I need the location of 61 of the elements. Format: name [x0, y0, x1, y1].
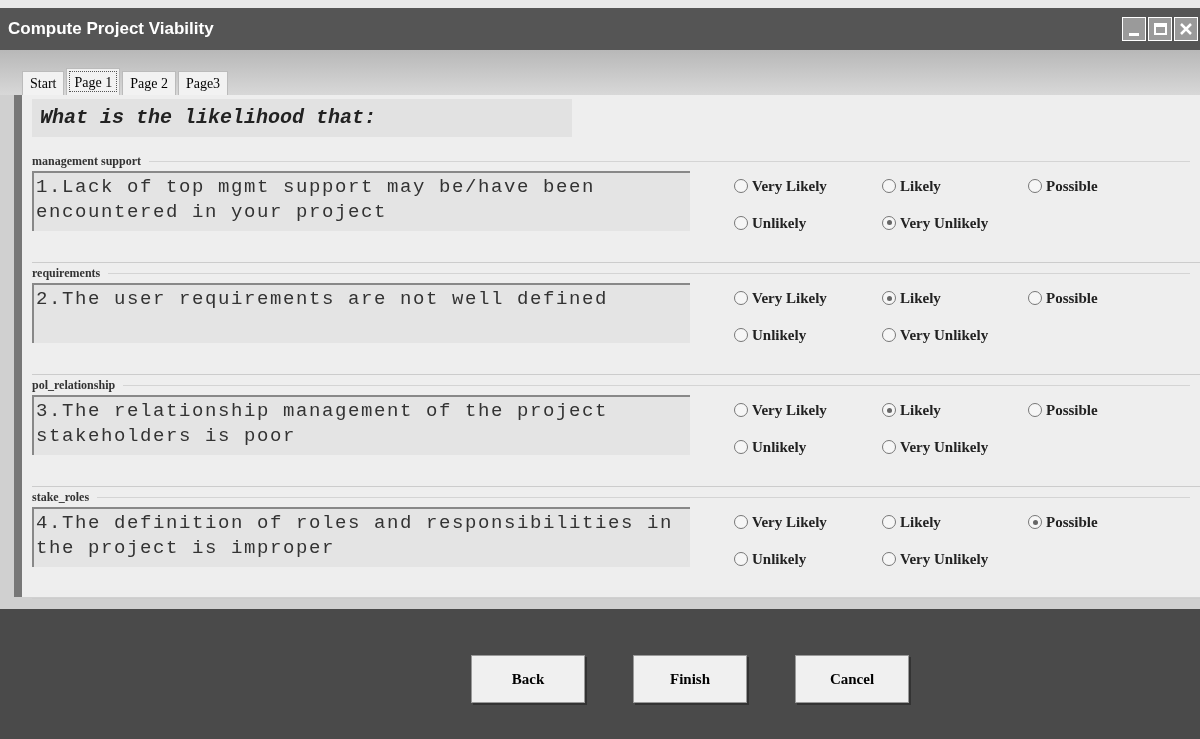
dialog-button[interactable]: Finish [633, 655, 747, 703]
tab[interactable]: Page 1 [66, 68, 121, 95]
tab[interactable]: Start [22, 71, 65, 95]
radio-button[interactable] [734, 179, 748, 194]
radio-button[interactable] [882, 439, 896, 454]
radio-button[interactable] [1028, 179, 1042, 194]
radio-option[interactable]: Possible [1028, 287, 1098, 310]
maximize-button[interactable] [1148, 17, 1172, 41]
radio-button[interactable] [1028, 515, 1042, 530]
radio-option[interactable]: Possible [1028, 175, 1098, 198]
radio-option[interactable]: Unlikely [734, 211, 807, 234]
minimize-button[interactable] [1122, 17, 1146, 41]
radio-option[interactable]: Very Unlikely [882, 547, 989, 570]
heading: What is the likelihood that: [32, 99, 572, 137]
radio-button[interactable] [1028, 291, 1042, 306]
radio-button[interactable] [734, 439, 748, 454]
radio-button[interactable] [882, 291, 896, 306]
radio-option[interactable]: Likely [882, 175, 941, 198]
dialog-button[interactable]: Cancel [795, 655, 909, 703]
radio-option[interactable]: Possible [1028, 511, 1098, 534]
radio-button[interactable] [734, 515, 748, 530]
radio-option[interactable]: Very Unlikely [882, 435, 989, 458]
radio-option[interactable]: Unlikely [734, 323, 807, 346]
tab[interactable]: Page3 [177, 71, 229, 95]
radio-button[interactable] [1028, 403, 1042, 418]
radio-option[interactable]: Unlikely [734, 435, 807, 458]
radio-button[interactable] [882, 403, 896, 418]
radio-button[interactable] [734, 327, 748, 342]
group-label: requirements [32, 265, 101, 282]
close-button[interactable] [1174, 17, 1198, 41]
radio-option[interactable]: Unlikely [734, 547, 807, 570]
radio-option[interactable]: Very Unlikely [882, 323, 989, 346]
radio-button[interactable] [882, 179, 896, 194]
question-text: 2.The user requirements are not well defined [32, 283, 690, 343]
question-text: 3.The relationship management of the project stakeholders is poor [32, 395, 690, 455]
radio-button[interactable] [734, 215, 748, 230]
question-text: 1.Lack of top mgmt support may be/have been encountered in your project [32, 171, 690, 231]
radio-option[interactable]: Possible [1028, 399, 1098, 422]
radio-option[interactable]: Likely [882, 399, 941, 422]
group-label: pol_relationship [32, 377, 116, 394]
radio-button[interactable] [882, 551, 896, 566]
radio-button[interactable] [882, 515, 896, 530]
tab[interactable]: Page 2 [122, 71, 176, 95]
question-text: 4.The definition of roles and responsibilities in the project is improper [32, 507, 690, 567]
radio-option[interactable]: Likely [882, 287, 941, 310]
group-label: management support [32, 153, 141, 170]
radio-option[interactable]: Very Likely [734, 511, 827, 534]
dialog-button[interactable]: Back [471, 655, 585, 703]
close-icon [1179, 22, 1193, 36]
window-title: Compute Project Viability [8, 18, 214, 41]
radio-option[interactable]: Very Likely [734, 175, 827, 198]
radio-button[interactable] [734, 291, 748, 306]
radio-button[interactable] [882, 327, 896, 342]
radio-button[interactable] [734, 403, 748, 418]
radio-button[interactable] [734, 551, 748, 566]
radio-option[interactable]: Likely [882, 511, 941, 534]
group-label: stake_roles [32, 489, 90, 506]
radio-option[interactable]: Very Likely [734, 399, 827, 422]
radio-option[interactable]: Very Unlikely [882, 211, 989, 234]
radio-option[interactable]: Very Likely [734, 287, 827, 310]
radio-button[interactable] [882, 215, 896, 230]
